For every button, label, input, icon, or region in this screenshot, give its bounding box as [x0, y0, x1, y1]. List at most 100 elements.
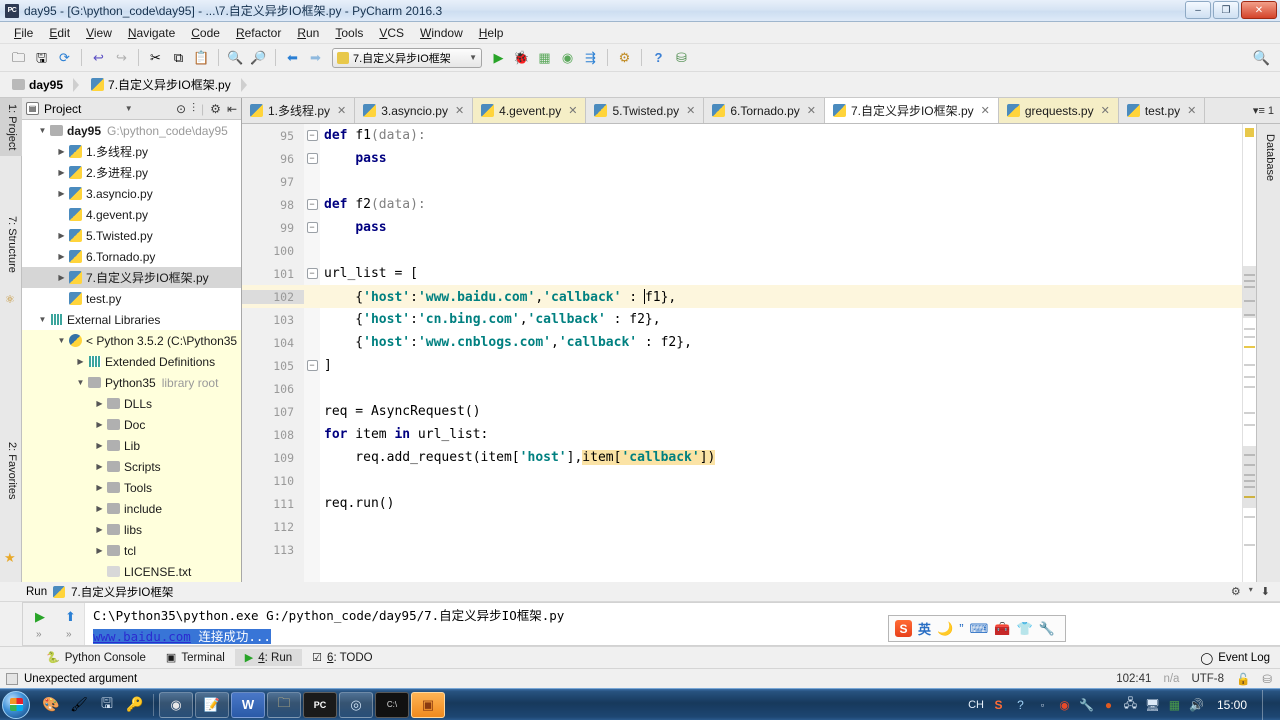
expand-tray-icon[interactable]: ▫ [1035, 697, 1050, 712]
fold-marker-icon[interactable]: − [304, 130, 320, 141]
ime-mode-label[interactable]: 英 [918, 619, 931, 638]
tree-node[interactable]: Extended Definitions [22, 351, 241, 372]
restore-button[interactable]: ❐ [1213, 1, 1239, 19]
tree-node[interactable]: 6.Tornado.py [22, 246, 241, 267]
run-configuration-selector[interactable]: 7.自定义异步IO框架 ▼ [332, 48, 482, 68]
code-line[interactable]: 111req.run() [242, 492, 1280, 515]
tree-node[interactable]: DLLs [22, 393, 241, 414]
code-line[interactable]: 107req = AsyncRequest() [242, 400, 1280, 423]
tree-node[interactable]: day95G:\python_code\day95 [22, 120, 241, 141]
key-icon[interactable]: 🔑 [122, 692, 148, 718]
media-taskbar-icon[interactable]: ◎ [339, 692, 373, 718]
editor-tab[interactable]: 4.gevent.py✕ [473, 98, 586, 123]
chevron-right-icon[interactable] [93, 504, 106, 513]
tree-node[interactable]: 1.多线程.py [22, 141, 241, 162]
bottom-tab[interactable]: ▣Terminal [156, 649, 235, 666]
editor-tab[interactable]: 7.自定义异步IO框架.py✕ [825, 98, 999, 123]
chevron-right-icon[interactable] [55, 147, 68, 156]
code-editor[interactable]: 95−def f1(data):96− pass9798−def f2(data… [242, 124, 1280, 582]
redo-icon[interactable]: ↪ [111, 47, 132, 68]
gutter-marker[interactable] [1244, 386, 1255, 388]
bottom-tab[interactable]: ☑6: TODO [302, 649, 382, 666]
debug-button[interactable]: 🐞 [511, 47, 532, 68]
fold-marker-icon[interactable]: − [304, 153, 320, 164]
caret-position[interactable]: 102:41 [1116, 673, 1151, 685]
run-button[interactable]: ▶ [488, 47, 509, 68]
tree-node[interactable]: Tools [22, 477, 241, 498]
close-button[interactable]: ✕ [1241, 1, 1277, 19]
word-taskbar-icon[interactable]: W [231, 692, 265, 718]
attach-button[interactable]: ⇶ [580, 47, 601, 68]
help-button[interactable]: ? [648, 47, 669, 68]
editor-tab[interactable]: test.py✕ [1119, 98, 1206, 123]
explorer-taskbar-icon[interactable]: 🗀 [267, 692, 301, 718]
tree-node[interactable]: 2.多进程.py [22, 162, 241, 183]
settings-button[interactable]: ⚙ [614, 47, 635, 68]
open-folder-icon[interactable]: 🗀 [8, 47, 29, 68]
sidebar-item-structure[interactable]: 7: Structure [0, 210, 22, 279]
tree-node[interactable]: 7.自定义异步IO框架.py [22, 267, 241, 288]
tree-node[interactable]: 5.Twisted.py [22, 225, 241, 246]
quote-icon[interactable]: ” [959, 621, 963, 636]
editor-tab[interactable]: 1.多线程.py✕ [242, 98, 355, 123]
paint-icon[interactable]: 🎨 [38, 692, 64, 718]
skin-icon[interactable]: 👕 [1017, 621, 1033, 637]
menu-item-help[interactable]: Help [471, 24, 512, 42]
code-line[interactable]: 113 [242, 538, 1280, 561]
editor-tab[interactable]: 3.asyncio.py✕ [355, 98, 473, 123]
ime-language-indicator[interactable]: CH [968, 699, 984, 711]
menu-item-code[interactable]: Code [183, 24, 228, 42]
chrome-taskbar-icon[interactable]: ◉ [159, 692, 193, 718]
code-line[interactable]: 109 req.add_request(item['host'],item['c… [242, 446, 1280, 469]
notepad-taskbar-icon[interactable]: 📝 [195, 692, 229, 718]
gutter-marker[interactable] [1244, 346, 1255, 348]
save-all-icon[interactable]: 🖫 [31, 47, 52, 68]
chevron-right-icon[interactable] [93, 441, 106, 450]
tree-node[interactable]: External Libraries [22, 309, 241, 330]
minimize-button[interactable]: – [1185, 1, 1211, 19]
collapse-all-icon[interactable]: ⊙ [176, 102, 186, 116]
app-tray-icon[interactable]: ● [1101, 697, 1116, 712]
network-icon[interactable]: 🖧 [1123, 697, 1138, 712]
bottom-tab[interactable]: ▶4: Run [235, 649, 302, 666]
save-icon[interactable]: 🖫 [94, 692, 120, 718]
back-icon[interactable]: ⬅ [282, 47, 303, 68]
tools-tray-icon[interactable]: 🔧 [1079, 697, 1094, 712]
line-separator[interactable]: n/a [1163, 673, 1179, 685]
wrench-icon[interactable]: 🔧 [1039, 621, 1055, 637]
cmd-taskbar-icon[interactable]: C:\ [375, 692, 409, 718]
layout-icon[interactable]: ⛁ [1262, 672, 1272, 686]
start-button[interactable] [2, 691, 30, 719]
sogou-logo-icon[interactable]: S [895, 620, 912, 637]
chevron-down-icon[interactable] [36, 315, 49, 324]
chevron-down-icon[interactable] [74, 378, 87, 387]
fold-marker-icon[interactable]: − [304, 199, 320, 210]
sogou-tray-icon[interactable]: S [991, 697, 1006, 712]
color-picker-icon[interactable]: 🖌 [66, 692, 92, 718]
tree-node[interactable]: test.py [22, 288, 241, 309]
sync-icon[interactable]: ⟳ [54, 47, 75, 68]
code-line[interactable]: 110 [242, 469, 1280, 492]
excel-icon[interactable]: ▦ [1167, 697, 1182, 712]
tree-node[interactable]: Lib [22, 435, 241, 456]
menu-item-run[interactable]: Run [289, 24, 327, 42]
encoding[interactable]: UTF-8 [1191, 673, 1224, 685]
menu-item-navigate[interactable]: Navigate [120, 24, 183, 42]
code-line[interactable]: 96− pass [242, 147, 1280, 170]
scrollbar-thumb[interactable] [1243, 446, 1256, 508]
close-icon[interactable]: ✕ [981, 104, 990, 117]
sidebar-item-database[interactable]: Database [1258, 128, 1280, 187]
menu-item-window[interactable]: Window [412, 24, 471, 42]
code-line[interactable]: 102 {'host':'www.baidu.com','callback' :… [242, 285, 1280, 308]
lock-icon[interactable]: 🔓 [1236, 672, 1250, 686]
cut-icon[interactable]: ✂ [145, 47, 166, 68]
code-line[interactable]: 95−def f1(data): [242, 124, 1280, 147]
close-icon[interactable]: ✕ [1101, 104, 1110, 117]
chevron-down-icon[interactable]: ▾ [1249, 585, 1253, 598]
help-tray-icon[interactable]: ? [1013, 697, 1028, 712]
undo-icon[interactable]: ↩ [88, 47, 109, 68]
code-line[interactable]: 105−] [242, 354, 1280, 377]
run-console[interactable]: ▶ ⬆ » » C:\Python35\python.exe G:/python… [22, 602, 1280, 646]
gear-icon[interactable]: ⚙ [210, 102, 221, 116]
chevron-right-icon[interactable] [55, 252, 68, 261]
